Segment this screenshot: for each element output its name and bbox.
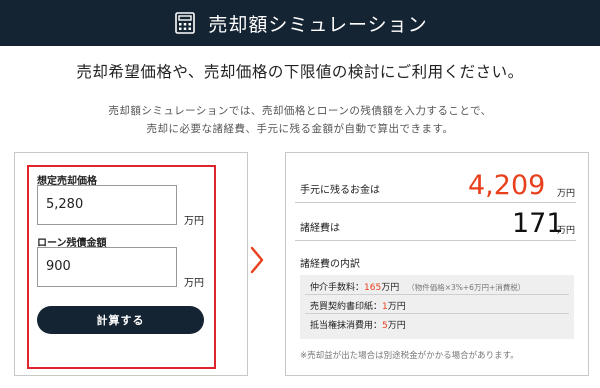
expenses-label: 諸経費は	[300, 223, 340, 234]
page-title: 売却額シミュレーション	[208, 13, 428, 36]
breakdown-divider	[305, 294, 569, 295]
loan-unit: 万円	[184, 278, 204, 289]
calculator-icon	[172, 10, 198, 36]
result-divider-2	[295, 240, 576, 241]
header-bar: 売却額シミュレーション	[0, 0, 600, 46]
breakdown-unit: 万円	[381, 283, 400, 293]
breakdown-unit: 万円	[387, 321, 406, 331]
breakdown-row-brokerage: 仲介手数料： 165 万円 （物件価格×3%+6万円+消費税）	[310, 280, 525, 293]
breakdown-label: 売買契約書印紙：	[310, 302, 383, 312]
expenses-value: 171	[512, 208, 564, 239]
remaining-unit: 万円	[557, 189, 576, 199]
expenses-unit: 万円	[557, 226, 576, 236]
description-line-1: 売却額シミュレーションでは、売却価格とローンの残債額を入力することで、	[108, 105, 492, 117]
calculate-button[interactable]: 計算する	[37, 306, 204, 334]
breakdown-row-mortgage: 抵当権抹消費用： 5 万円	[310, 318, 406, 331]
price-unit: 万円	[184, 216, 204, 227]
remaining-label: 手元に残るお金は	[300, 185, 380, 196]
breakdown-title: 諸経費の内訳	[300, 259, 360, 270]
loan-input[interactable]: 900	[37, 247, 177, 287]
breakdown-label: 抵当権抹消費用：	[310, 321, 383, 331]
tax-footnote: ※売却益が出た場合は別途税金がかかる場合があります。	[300, 351, 519, 361]
breakdown-row-stamp: 売買契約書印紙： 1 万円	[310, 299, 406, 312]
description-line-2: 売却に必要な諸経費、手元に残る金額が自動で算出できます。	[146, 123, 454, 135]
breakdown-divider	[305, 313, 569, 314]
chevron-right-icon	[248, 244, 266, 280]
result-divider-1	[295, 202, 576, 203]
remaining-value: 4,209	[468, 170, 546, 201]
breakdown-note: （物件価格×3%+6万円+消費税）	[407, 283, 526, 292]
lead-text: 売却希望価格や、売却価格の下限値の検討にご利用ください。	[76, 63, 524, 81]
breakdown-value: 165	[364, 283, 382, 293]
breakdown-label: 仲介手数料：	[310, 283, 365, 293]
breakdown-unit: 万円	[387, 302, 406, 312]
price-input[interactable]: 5,280	[37, 185, 177, 225]
